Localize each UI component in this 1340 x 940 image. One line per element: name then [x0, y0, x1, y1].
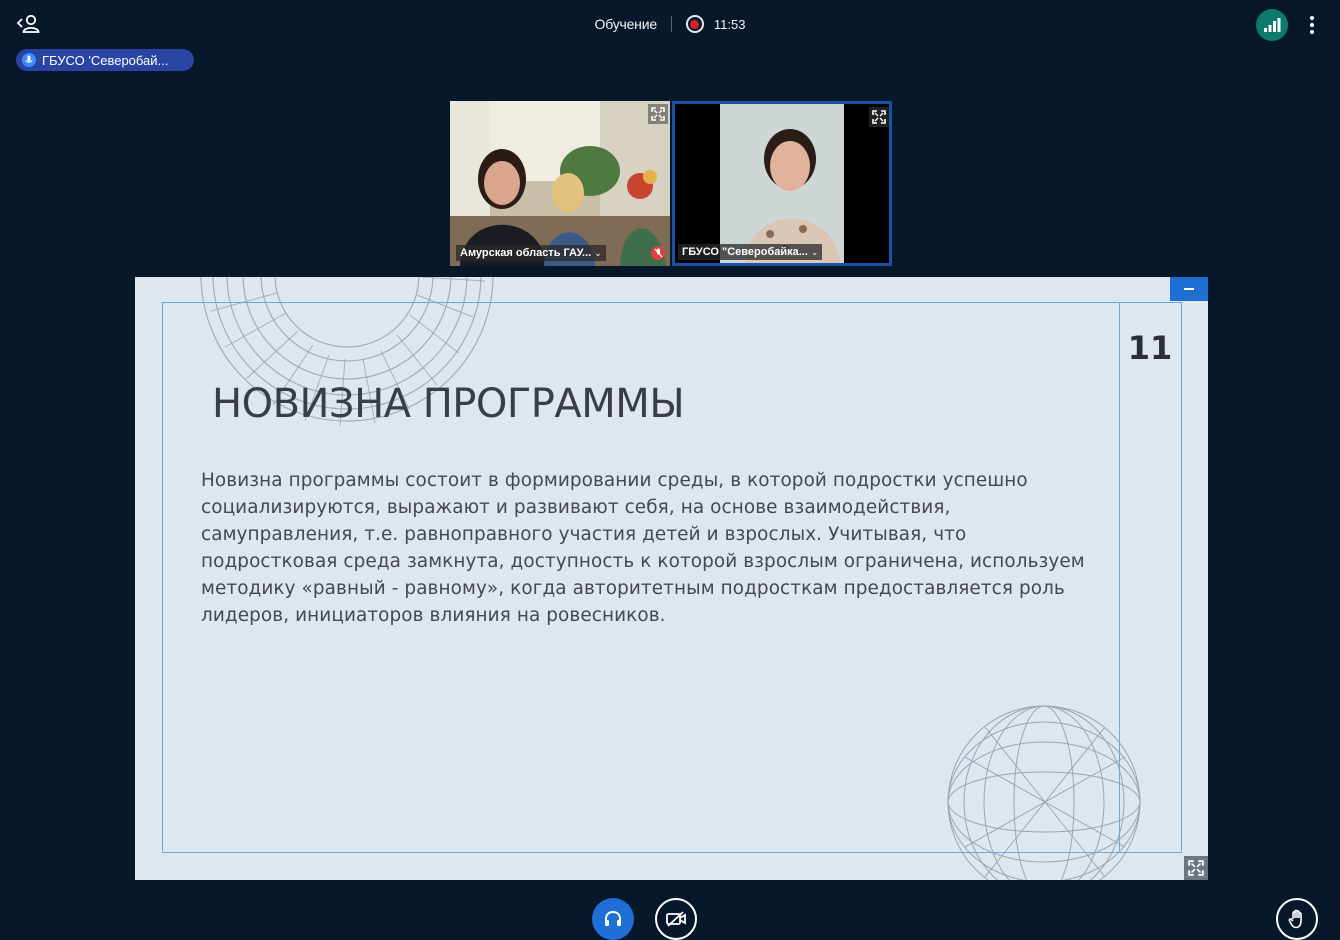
presentation-fullscreen-button[interactable] — [1184, 856, 1208, 880]
more-vertical-icon — [1310, 16, 1314, 20]
slide-number-column — [1120, 302, 1182, 853]
camera-button[interactable] — [655, 898, 697, 940]
video-feed — [675, 104, 889, 263]
slide-title: НОВИЗНА ПРОГРАММЫ — [212, 381, 685, 427]
video-tile-label[interactable]: ГБУСО "Северобайка... ⌄ — [678, 244, 823, 260]
hand-icon — [1288, 909, 1302, 929]
record-icon[interactable] — [685, 15, 704, 33]
signal-bars-icon — [1264, 18, 1281, 32]
connection-status-button[interactable] — [1256, 9, 1288, 41]
chevron-down-icon: ⌄ — [594, 247, 602, 258]
meeting-header: Обучение 11:53 — [0, 12, 1340, 36]
fullscreen-icon[interactable] — [648, 104, 668, 124]
camera-off-icon — [666, 911, 686, 927]
talking-indicator[interactable]: ГБУСО 'Северобай... — [16, 49, 194, 71]
fullscreen-icon — [1188, 860, 1204, 876]
minimize-presentation-button[interactable] — [1170, 277, 1208, 301]
recording-time: 11:53 — [713, 16, 746, 32]
raise-hand-button[interactable] — [1276, 898, 1318, 940]
chevron-down-icon: ⌄ — [810, 246, 819, 257]
header-divider — [670, 16, 672, 32]
slide-number: 11 — [1127, 329, 1173, 367]
options-button[interactable] — [1302, 10, 1322, 40]
video-tile-label[interactable]: Амурская область ГАУ... ⌄ — [456, 245, 606, 261]
muted-icon — [651, 246, 665, 260]
audio-button[interactable] — [592, 898, 634, 940]
headphones-icon — [605, 910, 621, 926]
fullscreen-icon[interactable] — [869, 107, 889, 127]
minus-icon — [1184, 288, 1194, 290]
talker-name: ГБУСО 'Северобай... — [42, 52, 169, 68]
presentation-area[interactable]: 11 НОВИЗНА ПРОГРАММЫ Новизна программы с… — [135, 277, 1208, 880]
video-tile-1[interactable]: Амурская область ГАУ... ⌄ — [450, 101, 670, 266]
slide-body-text: Новизна программы состоит в формировании… — [201, 470, 1085, 626]
microphone-icon — [22, 53, 36, 67]
meeting-title: Обучение — [594, 16, 658, 32]
video-feed — [450, 101, 670, 266]
video-tile-2[interactable]: ГБУСО "Северобайка... ⌄ — [672, 101, 892, 266]
